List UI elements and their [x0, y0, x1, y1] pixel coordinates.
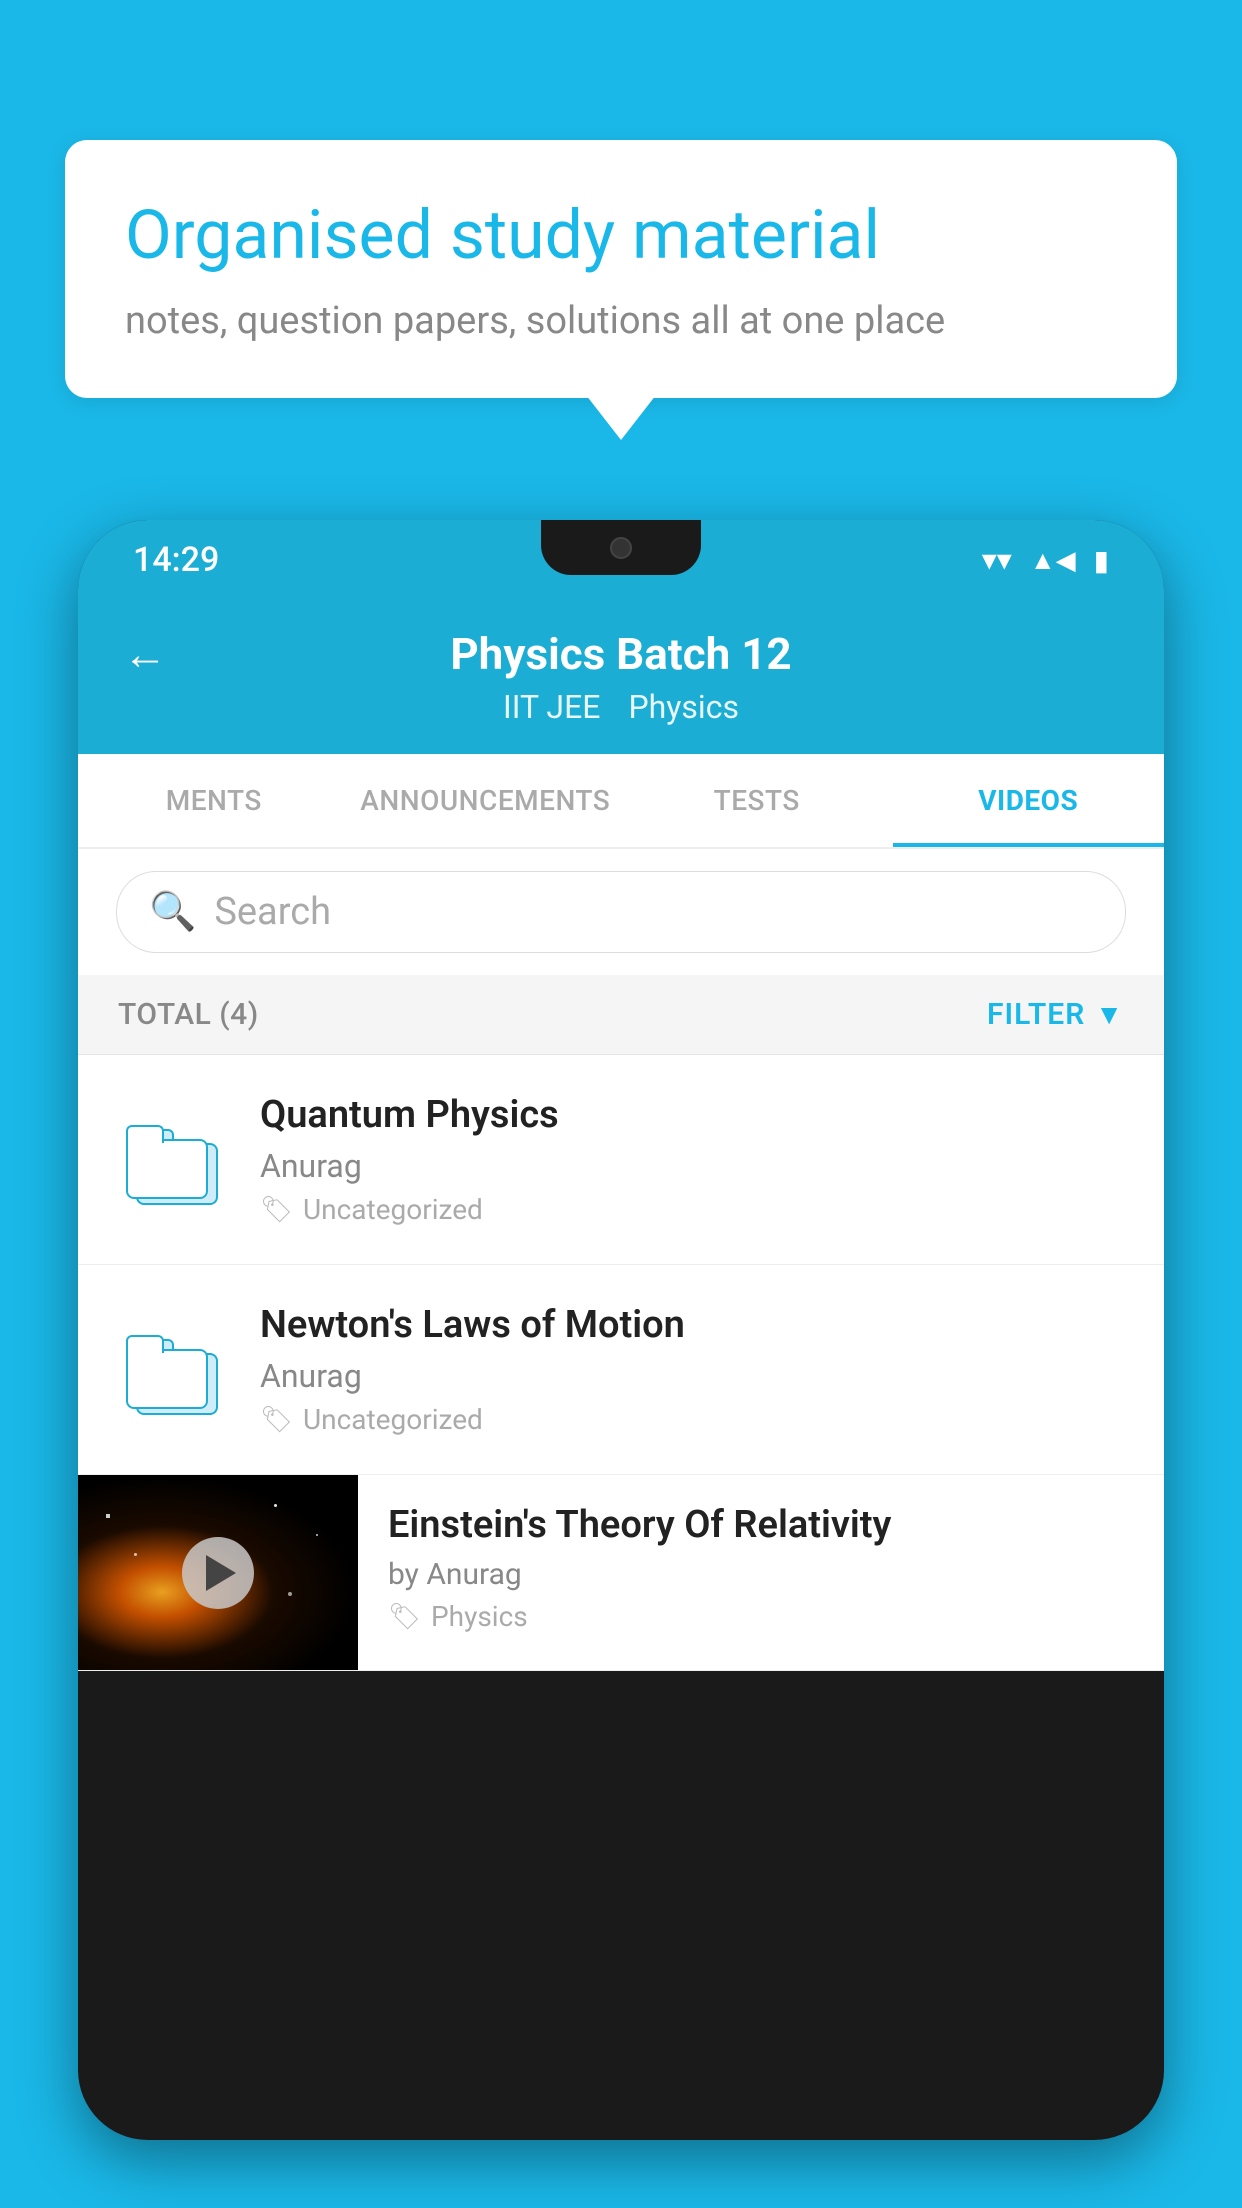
folder-front-2 [126, 1349, 208, 1409]
video-tag-1: 🏷 Uncategorized [260, 1193, 1124, 1226]
filter-label: FILTER [987, 997, 1085, 1032]
play-triangle-icon [206, 1555, 236, 1591]
video-info-2: Newton's Laws of Motion Anurag 🏷 Uncateg… [260, 1303, 1124, 1436]
tab-ments[interactable]: MENTS [78, 754, 350, 847]
battery-icon: ▮ [1094, 544, 1109, 577]
video-tag-label-2: Uncategorized [303, 1403, 483, 1436]
header-subtitle: IIT JEE Physics [503, 688, 739, 726]
signal-icon: ▲◀ [1030, 545, 1076, 576]
total-label: TOTAL (4) [118, 997, 259, 1032]
list-item[interactable]: Newton's Laws of Motion Anurag 🏷 Uncateg… [78, 1265, 1164, 1475]
video-info-1: Quantum Physics Anurag 🏷 Uncategorized [260, 1093, 1124, 1226]
folder-tab-front [126, 1125, 164, 1143]
speech-bubble-subtitle: notes, question papers, solutions all at… [125, 299, 1117, 343]
filter-button[interactable]: FILTER ▼ [987, 997, 1124, 1032]
back-button[interactable]: ← [123, 628, 167, 680]
tag-icon-1: 🏷 [260, 1195, 293, 1225]
folder-thumb-1 [118, 1105, 228, 1215]
status-time: 14:29 [133, 540, 219, 580]
tag-icon-3: 🏷 [388, 1602, 421, 1632]
video-tag-label-3: Physics [431, 1600, 528, 1633]
header-row: ← Physics Batch 12 [123, 628, 1119, 680]
folder-thumb-2 [118, 1315, 228, 1425]
video-tag-label-1: Uncategorized [303, 1193, 483, 1226]
video-author-2: Anurag [260, 1357, 1124, 1395]
status-icons: ▾▾ ▲◀ ▮ [982, 543, 1109, 578]
list-item[interactable]: Quantum Physics Anurag 🏷 Uncategorized [78, 1055, 1164, 1265]
filter-icon: ▼ [1095, 998, 1124, 1031]
video-author-1: Anurag [260, 1147, 1124, 1185]
tab-videos[interactable]: VIDEOS [893, 754, 1165, 847]
speech-bubble: Organised study material notes, question… [65, 140, 1177, 398]
folder-tab-front-2 [126, 1335, 164, 1353]
speech-bubble-title: Organised study material [125, 195, 1117, 277]
video-info-3: Einstein's Theory Of Relativity by Anura… [358, 1475, 1164, 1661]
video-title-2: Newton's Laws of Motion [260, 1303, 1124, 1347]
tabs-bar: MENTS ANNOUNCEMENTS TESTS VIDEOS [78, 754, 1164, 849]
search-placeholder: Search [214, 890, 331, 934]
search-bar: 🔍 Search [78, 849, 1164, 975]
speech-bubble-container: Organised study material notes, question… [65, 140, 1177, 398]
phone-frame-wrapper: 14:29 ▾▾ ▲◀ ▮ ← Physics Batch 12 IIT JEE… [78, 520, 1164, 2208]
wifi-icon: ▾▾ [982, 543, 1012, 578]
app-header: ← Physics Batch 12 IIT JEE Physics [78, 600, 1164, 754]
play-button-3[interactable] [182, 1537, 254, 1609]
filter-row: TOTAL (4) FILTER ▼ [78, 975, 1164, 1055]
video-tag-3: 🏷 Physics [388, 1600, 1134, 1633]
folder-front [126, 1139, 208, 1199]
tab-tests[interactable]: TESTS [621, 754, 893, 847]
header-subtitle-physics: Physics [628, 688, 739, 726]
phone-frame: 14:29 ▾▾ ▲◀ ▮ ← Physics Batch 12 IIT JEE… [78, 520, 1164, 2140]
video-title-3: Einstein's Theory Of Relativity [388, 1503, 1134, 1547]
status-bar: 14:29 ▾▾ ▲◀ ▮ [78, 520, 1164, 600]
video-tag-2: 🏷 Uncategorized [260, 1403, 1124, 1436]
tab-announcements[interactable]: ANNOUNCEMENTS [350, 754, 622, 847]
video-author-3: by Anurag [388, 1557, 1134, 1592]
header-subtitle-iitjee: IIT JEE [503, 688, 600, 726]
video-title-1: Quantum Physics [260, 1093, 1124, 1137]
video-list: Quantum Physics Anurag 🏷 Uncategorized [78, 1055, 1164, 1671]
header-title: Physics Batch 12 [450, 628, 791, 680]
camera-dot [610, 537, 632, 559]
video-thumbnail-3 [78, 1475, 358, 1670]
tag-icon-2: 🏷 [260, 1405, 293, 1435]
list-item[interactable]: Einstein's Theory Of Relativity by Anura… [78, 1475, 1164, 1671]
notch [541, 520, 701, 575]
search-input-wrap[interactable]: 🔍 Search [116, 871, 1126, 953]
search-icon: 🔍 [149, 890, 196, 934]
